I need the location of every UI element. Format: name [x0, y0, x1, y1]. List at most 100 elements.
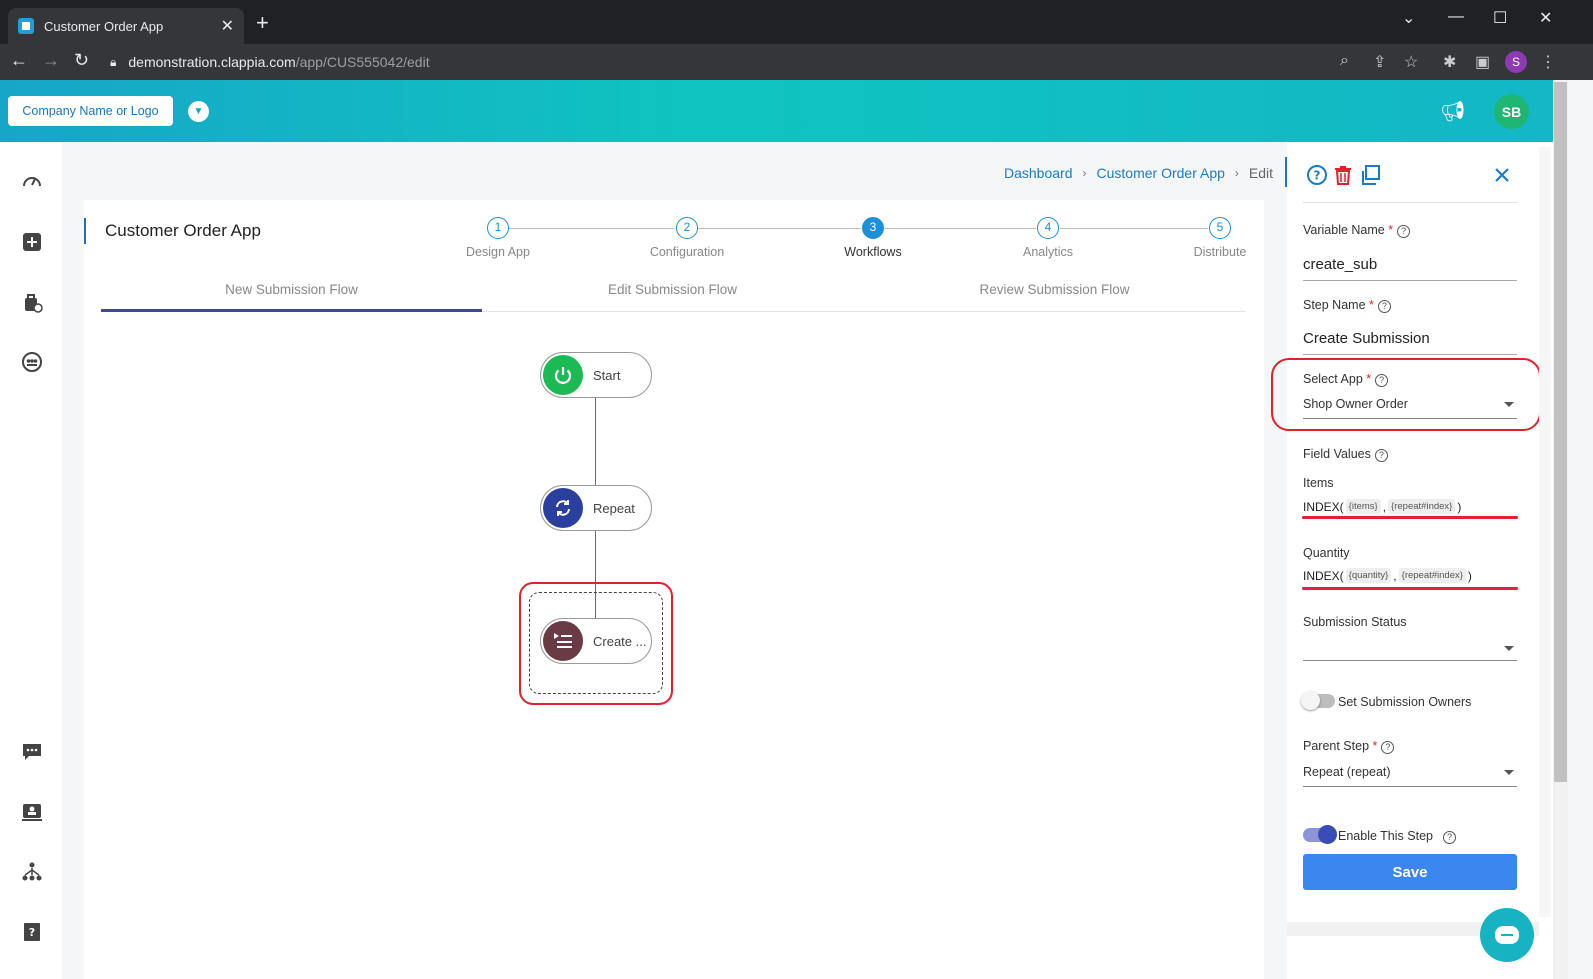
help-book-icon[interactable]: ? — [20, 920, 44, 944]
step-analytics[interactable]: 4 Analytics — [1003, 217, 1093, 259]
zoom-icon[interactable]: ⌕ — [1340, 52, 1349, 70]
minimize-icon[interactable]: — — [1448, 8, 1464, 26]
app-header: Company Name or Logo ▼ 📢︎ SB — [0, 80, 1553, 142]
page-scrollbar[interactable] — [1553, 80, 1568, 979]
parent-step-dropdown[interactable]: Repeat (repeat) — [1303, 765, 1517, 787]
toggle-knob — [1301, 691, 1320, 710]
tab-new-submission-flow[interactable]: New Submission Flow — [101, 282, 482, 297]
required-mark: * — [1369, 298, 1374, 312]
start-node[interactable]: Start — [540, 352, 652, 398]
help-icon[interactable]: ? — [1442, 831, 1456, 844]
help-icon[interactable]: ? — [1377, 300, 1391, 313]
company-logo-button[interactable]: Company Name or Logo — [8, 96, 173, 126]
variable-chip[interactable]: {repeat#index} — [1398, 568, 1466, 583]
panel-scrollbar[interactable] — [1539, 147, 1551, 917]
support-chat-button[interactable] — [1480, 908, 1534, 962]
step-number: 5 — [1209, 217, 1231, 239]
tab-review-submission-flow[interactable]: Review Submission Flow — [864, 282, 1245, 297]
left-sidebar: ? — [0, 142, 62, 979]
panel-divider — [1303, 202, 1517, 203]
editor-card — [84, 200, 1264, 979]
formula-fn: INDEX( — [1303, 499, 1344, 514]
breadcrumb-dashboard[interactable]: Dashboard — [1004, 165, 1073, 181]
variable-name-field[interactable]: create_sub — [1303, 256, 1517, 281]
bag-add-icon[interactable] — [20, 290, 44, 314]
lock-icon: 🔒︎ — [110, 54, 117, 69]
variable-chip[interactable]: {items} — [1345, 499, 1381, 514]
flow-connector — [595, 397, 596, 487]
close-icon[interactable] — [1491, 164, 1513, 186]
step-design-app[interactable]: 1 Design App — [453, 217, 543, 259]
tab-search-icon[interactable]: ⌄ — [1402, 8, 1415, 28]
browser-tab[interactable]: Customer Order App ✕ — [8, 8, 244, 44]
formula-fn: INDEX( — [1303, 568, 1344, 583]
help-icon[interactable]: ? — [1374, 449, 1388, 462]
add-app-icon[interactable] — [20, 230, 44, 254]
step-configuration[interactable]: 2 Configuration — [642, 217, 732, 259]
step-number: 3 — [862, 217, 884, 239]
chevron-down-icon[interactable]: ▼ — [188, 101, 209, 122]
browser-menu-icon[interactable]: ⋮ — [1540, 52, 1556, 72]
user-management-icon[interactable] — [20, 800, 44, 824]
submission-status-dropdown[interactable] — [1303, 641, 1517, 661]
set-owners-toggle[interactable] — [1301, 691, 1335, 710]
step-label: Workflows — [844, 245, 902, 259]
duplicate-icon[interactable] — [1359, 164, 1381, 186]
chat-messages-icon[interactable] — [20, 740, 44, 764]
help-icon[interactable]: ? — [1397, 225, 1411, 238]
step-workflows[interactable]: 3 Workflows — [828, 217, 918, 259]
variable-chip[interactable]: {repeat#index} — [1388, 499, 1456, 514]
step-label: Design App — [466, 245, 530, 259]
step-label: Configuration — [649, 245, 725, 259]
tab-edit-submission-flow[interactable]: Edit Submission Flow — [482, 282, 863, 297]
page-title: Customer Order App — [84, 218, 261, 244]
reload-icon[interactable]: ↻ — [74, 50, 89, 71]
svg-text:?: ? — [1314, 169, 1321, 183]
forward-icon[interactable]: → — [42, 50, 60, 71]
megaphone-icon[interactable]: 📢︎ — [1440, 99, 1465, 124]
variable-chip[interactable]: {quantity} — [1345, 568, 1392, 583]
enable-step-toggle[interactable] — [1303, 825, 1337, 844]
items-formula-field[interactable]: INDEX( {items} , {repeat#index} ) — [1303, 499, 1461, 514]
team-icon[interactable] — [20, 350, 44, 374]
help-icon[interactable]: ? — [1306, 164, 1328, 186]
label-text: Step Name — [1303, 298, 1366, 312]
save-button[interactable]: Save — [1303, 854, 1517, 890]
chevron-right-icon: › — [1082, 166, 1087, 180]
address-bar[interactable]: 🔒︎ demonstration.clappia.com /app/CUS555… — [110, 48, 1380, 76]
back-icon[interactable]: ← — [10, 50, 28, 71]
scrollbar-thumb[interactable] — [1554, 82, 1567, 782]
node-label: Repeat — [593, 500, 635, 516]
share-icon[interactable]: ⇪ — [1373, 52, 1386, 72]
close-tab-icon[interactable]: ✕ — [221, 16, 234, 36]
underline-annotation — [1302, 587, 1518, 590]
maximize-icon[interactable]: ☐ — [1493, 8, 1507, 28]
hierarchy-icon[interactable] — [20, 860, 44, 884]
step-label: Analytics — [1022, 245, 1074, 259]
delete-icon[interactable] — [1332, 164, 1354, 186]
required-mark: * — [1388, 223, 1394, 237]
dashboard-gauge-icon[interactable] — [20, 170, 44, 194]
side-panel-icon[interactable]: ▣ — [1475, 52, 1490, 72]
label-text: Parent Step — [1303, 739, 1370, 753]
window-close-icon[interactable]: ✕ — [1539, 8, 1552, 28]
quantity-label: Quantity — [1303, 546, 1350, 560]
step-name-field[interactable]: Create Submission — [1303, 330, 1517, 355]
help-icon[interactable]: ? — [1381, 741, 1395, 754]
breadcrumb-current: Edit — [1248, 165, 1274, 181]
new-tab-icon[interactable]: + — [256, 12, 269, 34]
user-avatar[interactable]: SB — [1494, 94, 1529, 129]
browser-tab-strip: Customer Order App ✕ + ⌄ — ☐ ✕ — [0, 0, 1593, 44]
bookmark-star-icon[interactable]: ☆ — [1404, 52, 1418, 72]
label-text: Variable Name — [1303, 223, 1385, 237]
repeat-node[interactable]: Repeat — [540, 485, 652, 531]
browser-tab-title: Customer Order App — [44, 18, 164, 34]
browser-profile-avatar[interactable]: S — [1505, 51, 1527, 73]
breadcrumb-app[interactable]: Customer Order App — [1097, 165, 1225, 181]
quantity-formula-field[interactable]: INDEX( {quantity} , {repeat#index} ) — [1303, 568, 1472, 583]
extensions-icon[interactable]: ✱ — [1443, 52, 1456, 72]
url-host: demonstration.clappia.com — [128, 54, 296, 70]
required-mark: * — [1372, 739, 1378, 753]
step-distribute[interactable]: 5 Distribute — [1175, 217, 1265, 259]
label-text: Field Values — [1303, 447, 1371, 461]
